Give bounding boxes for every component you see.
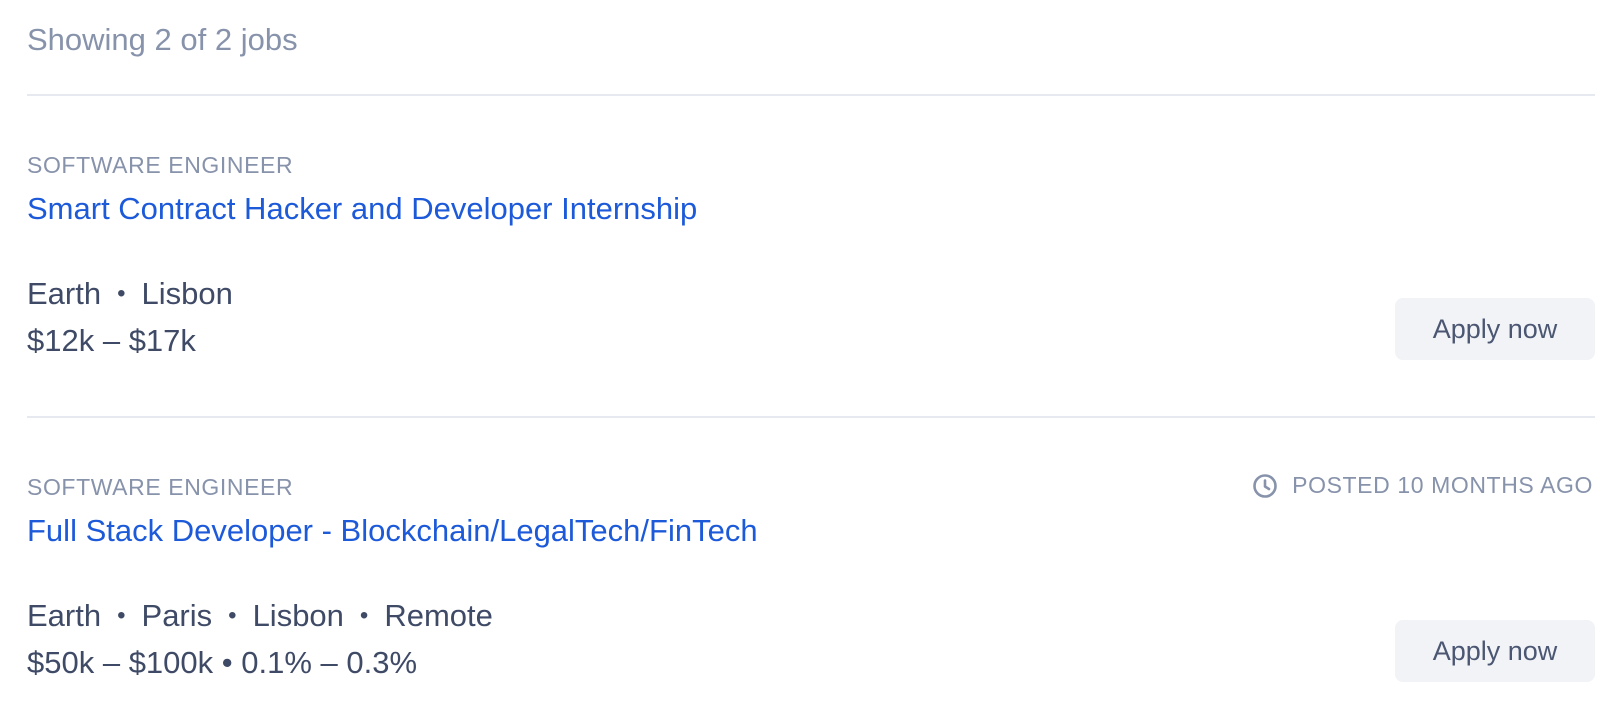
location-item: Lisbon xyxy=(141,276,233,311)
location-item: Remote xyxy=(384,598,493,633)
job-category: SOFTWARE ENGINEER xyxy=(27,152,294,178)
location-separator: • xyxy=(359,602,369,629)
job-compensation: $50k – $100k • 0.1% – 0.3% xyxy=(27,645,418,680)
location-separator: • xyxy=(117,280,126,307)
results-summary: Showing 2 of 2 jobs xyxy=(27,0,1595,96)
location-separator: • xyxy=(228,602,237,629)
location-item: Earth xyxy=(27,276,102,311)
posted-date: POSTED 10 MONTHS AGO xyxy=(1252,472,1593,499)
apply-now-button[interactable]: Apply now xyxy=(1395,298,1595,360)
location-item: Lisbon xyxy=(252,598,344,633)
clock-icon xyxy=(1253,473,1277,498)
job-category: SOFTWARE ENGINEER xyxy=(27,474,294,500)
job-title-link[interactable]: Full Stack Developer - Blockchain/LegalT… xyxy=(27,513,758,549)
job-listing: SOFTWARE ENGINEER POSTED 10 MONTHS AGO F… xyxy=(27,418,1595,724)
job-locations: Earth • Paris • Lisbon • Remote xyxy=(27,598,493,634)
job-listing: SOFTWARE ENGINEER Smart Contract Hacker … xyxy=(27,96,1595,418)
job-locations: Earth • Lisbon xyxy=(27,276,233,312)
location-item: Paris xyxy=(141,598,213,633)
apply-now-button[interactable]: Apply now xyxy=(1395,620,1595,682)
job-list-container: Showing 2 of 2 jobs SOFTWARE ENGINEER Sm… xyxy=(27,0,1595,724)
location-item: Earth xyxy=(27,598,102,633)
posted-label: POSTED 10 MONTHS AGO xyxy=(1292,472,1593,498)
location-separator: • xyxy=(117,602,126,629)
job-compensation: $12k – $17k xyxy=(27,323,196,358)
job-title-link[interactable]: Smart Contract Hacker and Developer Inte… xyxy=(27,191,697,227)
